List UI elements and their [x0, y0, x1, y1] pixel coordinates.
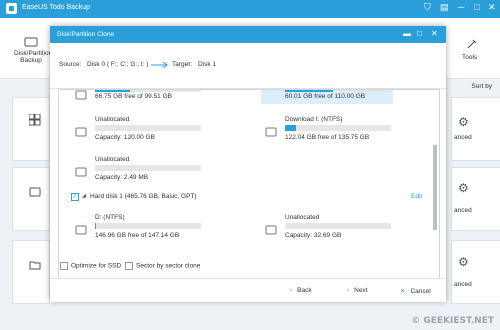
optimize-ssd-option[interactable]: Optimize for SSD — [60, 262, 121, 270]
app-cart-icon[interactable]: ⛉ — [424, 2, 431, 13]
app-titlebar: EaseUS Todo Backup ⛉ ▤ ─ □ ✕ — [0, 0, 500, 18]
target-value: Disk 1 — [198, 61, 217, 68]
partition-item[interactable]: Unallocated Capacity: 120.00 GB — [71, 116, 231, 150]
settings-icon[interactable]: ⚙ — [458, 181, 469, 195]
partition-item[interactable]: Download I: (NTFS) 122.04 GB free of 135… — [261, 116, 421, 150]
settings-icon[interactable]: ⚙ — [458, 115, 469, 129]
next-label: Next — [354, 287, 368, 294]
source-label: Source: — [59, 61, 82, 68]
usage-bar-fill — [285, 90, 333, 92]
bg-card-right-2: ⚙ anced — [451, 167, 500, 231]
drive-icon — [29, 187, 41, 197]
bg-card-3 — [12, 240, 50, 304]
partition-info: 66.75 GB free of 99.51 GB — [95, 93, 172, 100]
arrow-right-icon — [151, 62, 168, 68]
partition-item[interactable]: Unallocated Capacity: 32.69 GB — [261, 214, 421, 248]
drive-icon — [265, 225, 277, 235]
collapse-arrow-icon[interactable]: ◢ — [82, 193, 86, 199]
source-target-row: Source: Disk 0 ( F:; C:; G:; I: ) Target… — [50, 43, 446, 89]
drive-icon — [75, 90, 87, 100]
dialog-footer: ‹ Back › Next ✕ Cancel — [50, 278, 446, 302]
cancel-icon: ✕ — [400, 288, 406, 295]
next-arrow-icon: › — [347, 287, 350, 294]
list-scrollbar[interactable] — [433, 145, 437, 230]
dialog-title: Disk/Partition Clone — [57, 31, 115, 38]
partition-name: Download I: (NTFS) — [285, 116, 343, 123]
edit-link[interactable]: Edit — [411, 193, 422, 200]
sector-clone-checkbox[interactable] — [125, 262, 133, 270]
disk-checkbox[interactable]: ✓ — [71, 193, 79, 201]
partition-info: 122.04 GB free of 135.75 GB — [285, 134, 370, 141]
disk-header: Hard disk 1 (465.76 GB, Basic, GPT) — [90, 193, 197, 200]
partition-item[interactable]: Unallocated Capacity: 2.49 MB — [71, 156, 231, 190]
drive-icon — [75, 225, 87, 235]
usage-bar-fill — [95, 223, 97, 229]
sector-clone-label: Sector by sector clone — [136, 262, 201, 270]
app-close-button[interactable]: ✕ — [488, 2, 496, 13]
sector-clone-option[interactable]: Sector by sector clone — [125, 262, 200, 270]
dialog-minimize-button[interactable]: ▬ — [403, 29, 411, 38]
dialog-titlebar: Disk/Partition Clone ▬ □ ✕ — [50, 26, 446, 43]
advanced-label[interactable]: anced — [454, 207, 472, 214]
partition-info: 60.01 GB free of 110.00 GB — [285, 93, 366, 100]
bg-card-1 — [12, 97, 50, 161]
tools-icon — [467, 39, 477, 49]
partition-info: Capacity: 120.00 GB — [95, 134, 155, 141]
partition-info: Capacity: 2.49 MB — [95, 174, 149, 181]
partition-name: Unallocated — [95, 116, 130, 123]
target-label: Target: — [172, 61, 192, 68]
usage-bar-fill — [285, 125, 296, 131]
source-value: Disk 0 ( F:; C:; G:; I: ) — [87, 61, 149, 68]
partition-name: D: (NTFS) — [95, 214, 125, 221]
next-button[interactable]: › Next — [347, 287, 368, 294]
folder-icon — [29, 261, 41, 270]
partition-name: Unallocated — [95, 156, 130, 163]
back-button[interactable]: ‹ Back — [290, 287, 312, 294]
watermark: © GEEKIEST.NET — [411, 316, 494, 326]
partition-info: Capacity: 32.69 GB — [285, 232, 342, 239]
advanced-label[interactable]: anced — [454, 134, 472, 141]
back-label: Back — [297, 287, 312, 294]
disk-backup-icon — [24, 37, 38, 47]
dialog-maximize-button[interactable]: □ — [417, 29, 422, 38]
disk-header-row: ✓ ◢ Hard disk 1 (465.76 GB, Basic, GPT) … — [59, 191, 427, 203]
app-logo-icon — [6, 3, 17, 14]
partition-list: 66.75 GB free of 99.51 GB 60.01 GB free … — [58, 89, 440, 284]
partition-info: 146.96 GB free of 147.14 GB — [95, 232, 180, 239]
partition-item[interactable]: D: (NTFS) 146.96 GB free of 147.14 GB — [71, 214, 231, 248]
disk-partition-backup-button[interactable]: Disk/Partition Backup — [14, 50, 52, 64]
bg-card-right-1: ⚙ anced — [451, 97, 500, 161]
bg-card-right-3: ⚙ anced — [451, 240, 500, 304]
clone-dialog: Disk/Partition Clone ▬ □ ✕ Source: Disk … — [50, 26, 446, 302]
settings-icon[interactable]: ⚙ — [458, 255, 469, 269]
partition-name: Unallocated — [285, 214, 320, 221]
usage-bar-fill — [95, 90, 130, 92]
tools-button[interactable]: Tools — [462, 54, 477, 61]
drive-icon — [265, 127, 277, 137]
back-arrow-icon: ‹ — [290, 287, 293, 294]
windows-icon — [29, 114, 41, 126]
optimize-ssd-checkbox[interactable] — [60, 262, 68, 270]
dialog-close-button[interactable]: ✕ — [431, 29, 438, 38]
cancel-button[interactable]: ✕ Cancel — [400, 287, 431, 295]
advanced-label[interactable]: anced — [454, 281, 472, 288]
cancel-label: Cancel — [410, 288, 431, 295]
optimize-ssd-label: Optimize for SSD — [71, 262, 122, 270]
app-title: EaseUS Todo Backup — [22, 4, 90, 11]
app-minimize-button[interactable]: ─ — [458, 2, 464, 12]
drive-icon — [75, 127, 87, 137]
app-maximize-button[interactable]: □ — [474, 2, 479, 12]
app-menu-icon[interactable]: ▤ — [440, 2, 449, 13]
bg-card-2 — [12, 167, 50, 231]
drive-icon — [75, 167, 87, 177]
sort-by-label[interactable]: Sort by — [471, 83, 492, 90]
